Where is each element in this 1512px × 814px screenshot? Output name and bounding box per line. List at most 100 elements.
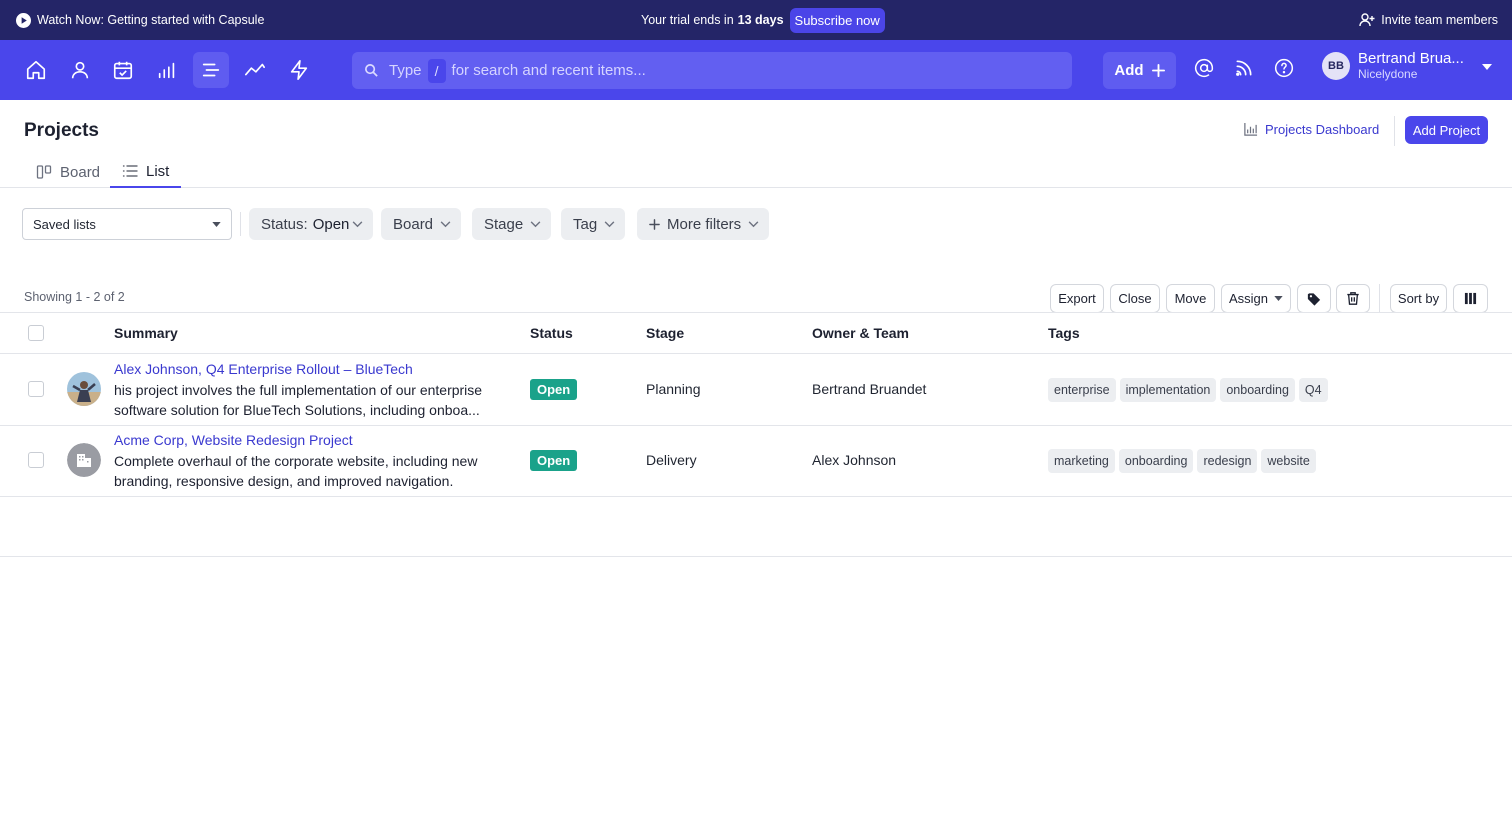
column-summary[interactable]: Summary <box>114 325 178 341</box>
avatar: BB <box>1322 51 1350 80</box>
tab-board-label: Board <box>60 163 101 181</box>
column-status[interactable]: Status <box>530 325 573 341</box>
tag-filter[interactable]: Tag <box>561 208 626 240</box>
stage-value: Delivery <box>646 452 697 468</box>
tag-button[interactable] <box>1297 284 1331 313</box>
trial-days: 13 days <box>737 13 784 27</box>
tag-pill[interactable]: website <box>1261 449 1316 473</box>
avatar <box>67 372 101 406</box>
person-icon[interactable] <box>62 52 98 88</box>
status-badge: Open <box>530 379 578 400</box>
close-button[interactable]: Close <box>1110 284 1160 313</box>
user-org: Nicelydone <box>1358 67 1418 81</box>
home-icon[interactable] <box>18 52 54 88</box>
project-title-link[interactable]: Acme Corp, Website Redesign Project <box>114 432 353 448</box>
columns-button[interactable] <box>1453 284 1488 313</box>
bar-chart-icon[interactable] <box>149 52 185 88</box>
select-all-checkbox[interactable] <box>28 325 44 341</box>
subscribe-button[interactable]: Subscribe now <box>789 7 885 33</box>
dashboard-label: Projects Dashboard <box>1265 122 1380 137</box>
add-label: Add <box>1114 62 1144 79</box>
watch-now-link[interactable]: Watch Now: Getting started with Capsule <box>16 12 265 28</box>
page-header: Projects Projects Dashboard Add Project … <box>0 100 1512 188</box>
board-icon <box>36 164 52 180</box>
user-name: Bertrand Brua... <box>1358 50 1464 67</box>
add-button[interactable]: Add <box>1103 52 1176 89</box>
table-row: Alex Johnson, Q4 Enterprise Rollout – Bl… <box>0 354 1512 426</box>
chart-icon <box>1243 122 1258 137</box>
invite-team-button[interactable]: Invite team members <box>1359 12 1498 28</box>
help-icon[interactable] <box>1274 58 1294 78</box>
page-title: Projects <box>24 120 99 141</box>
column-owner-team[interactable]: Owner & Team <box>812 325 909 341</box>
divider <box>1394 116 1395 146</box>
sort-by-button[interactable]: Sort by <box>1390 284 1447 313</box>
divider <box>240 212 241 236</box>
stage-value: Planning <box>646 381 701 397</box>
assign-label: Assign <box>1228 291 1269 306</box>
row-checkbox[interactable] <box>28 381 44 397</box>
tab-board[interactable]: Board <box>36 156 112 188</box>
status-filter[interactable]: Status: Open <box>249 208 374 240</box>
chevron-down-icon <box>1482 64 1492 70</box>
calendar-icon[interactable] <box>105 52 141 88</box>
tab-list[interactable]: List <box>110 156 182 188</box>
chevron-down-icon <box>440 220 451 228</box>
owner-value[interactable]: Alex Johnson <box>812 452 896 468</box>
play-icon <box>16 12 31 28</box>
more-filters-label: More filters <box>667 215 742 233</box>
tag-pill[interactable]: redesign <box>1197 449 1258 473</box>
announcement-bar: Watch Now: Getting started with Capsule … <box>0 0 1512 40</box>
column-tags[interactable]: Tags <box>1048 325 1080 341</box>
saved-lists-select[interactable]: Saved lists <box>22 208 232 240</box>
tag-pill[interactable]: enterprise <box>1048 378 1116 402</box>
organization-avatar <box>67 443 101 477</box>
tab-list-label: List <box>146 162 170 180</box>
tag-list: enterprise implementation onboarding Q4 <box>1048 378 1328 402</box>
trial-prefix: Your trial ends in <box>641 13 734 27</box>
owner-value[interactable]: Bertrand Bruandet <box>812 381 926 397</box>
stage-filter[interactable]: Stage <box>472 208 552 240</box>
stage-filter-label: Stage <box>484 215 524 233</box>
saved-lists-label: Saved lists <box>33 216 96 232</box>
projects-icon[interactable] <box>193 52 229 88</box>
export-button[interactable]: Export <box>1050 284 1104 313</box>
delete-button[interactable] <box>1336 284 1370 313</box>
add-project-button[interactable]: Add Project <box>1405 116 1488 144</box>
user-menu[interactable]: BB Bertrand Brua... Nicelydone <box>1322 50 1492 81</box>
chevron-down-icon <box>212 222 221 227</box>
add-user-icon <box>1359 12 1375 28</box>
divider <box>1379 284 1380 313</box>
mentions-icon[interactable] <box>1194 58 1214 78</box>
tag-pill[interactable]: Q4 <box>1298 378 1328 402</box>
tag-pill[interactable]: onboarding <box>1220 378 1295 402</box>
move-button[interactable]: Move <box>1166 284 1215 313</box>
tag-pill[interactable]: implementation <box>1119 378 1217 402</box>
row-checkbox[interactable] <box>28 452 44 468</box>
projects-dashboard-link[interactable]: Projects Dashboard <box>1243 122 1379 137</box>
lightning-icon[interactable] <box>281 52 317 88</box>
column-stage[interactable]: Stage <box>646 325 684 341</box>
divider <box>0 556 1512 557</box>
watch-now-label: Watch Now: Getting started with Capsule <box>37 13 265 27</box>
tag-pill[interactable]: marketing <box>1048 449 1115 473</box>
search-input[interactable]: Type / for search and recent items... <box>352 52 1072 89</box>
tag-filter-label: Tag <box>573 215 598 233</box>
trial-notice: Your trial ends in 13 days Subscribe now <box>641 7 885 33</box>
tag-pill[interactable]: onboarding <box>1118 449 1194 473</box>
project-description: his project involves the full implementa… <box>114 382 483 418</box>
assign-button[interactable]: Assign <box>1221 284 1291 313</box>
more-filters-button[interactable]: More filters <box>637 208 770 240</box>
feed-icon[interactable] <box>1234 58 1254 78</box>
project-title-link[interactable]: Alex Johnson, Q4 Enterprise Rollout – Bl… <box>114 361 413 377</box>
results-count: Showing 1 - 2 of 2 <box>24 290 125 304</box>
trend-icon[interactable] <box>237 52 273 88</box>
search-shortcut-key: / <box>427 58 446 83</box>
board-filter[interactable]: Board <box>381 208 462 240</box>
status-filter-label: Status: <box>261 215 308 233</box>
trash-icon <box>1346 291 1360 306</box>
status-badge: Open <box>530 450 578 471</box>
tag-list: marketing onboarding redesign website <box>1048 449 1316 473</box>
search-placeholder: for search and recent items... <box>451 62 646 79</box>
search-type-label: Type <box>389 62 422 79</box>
